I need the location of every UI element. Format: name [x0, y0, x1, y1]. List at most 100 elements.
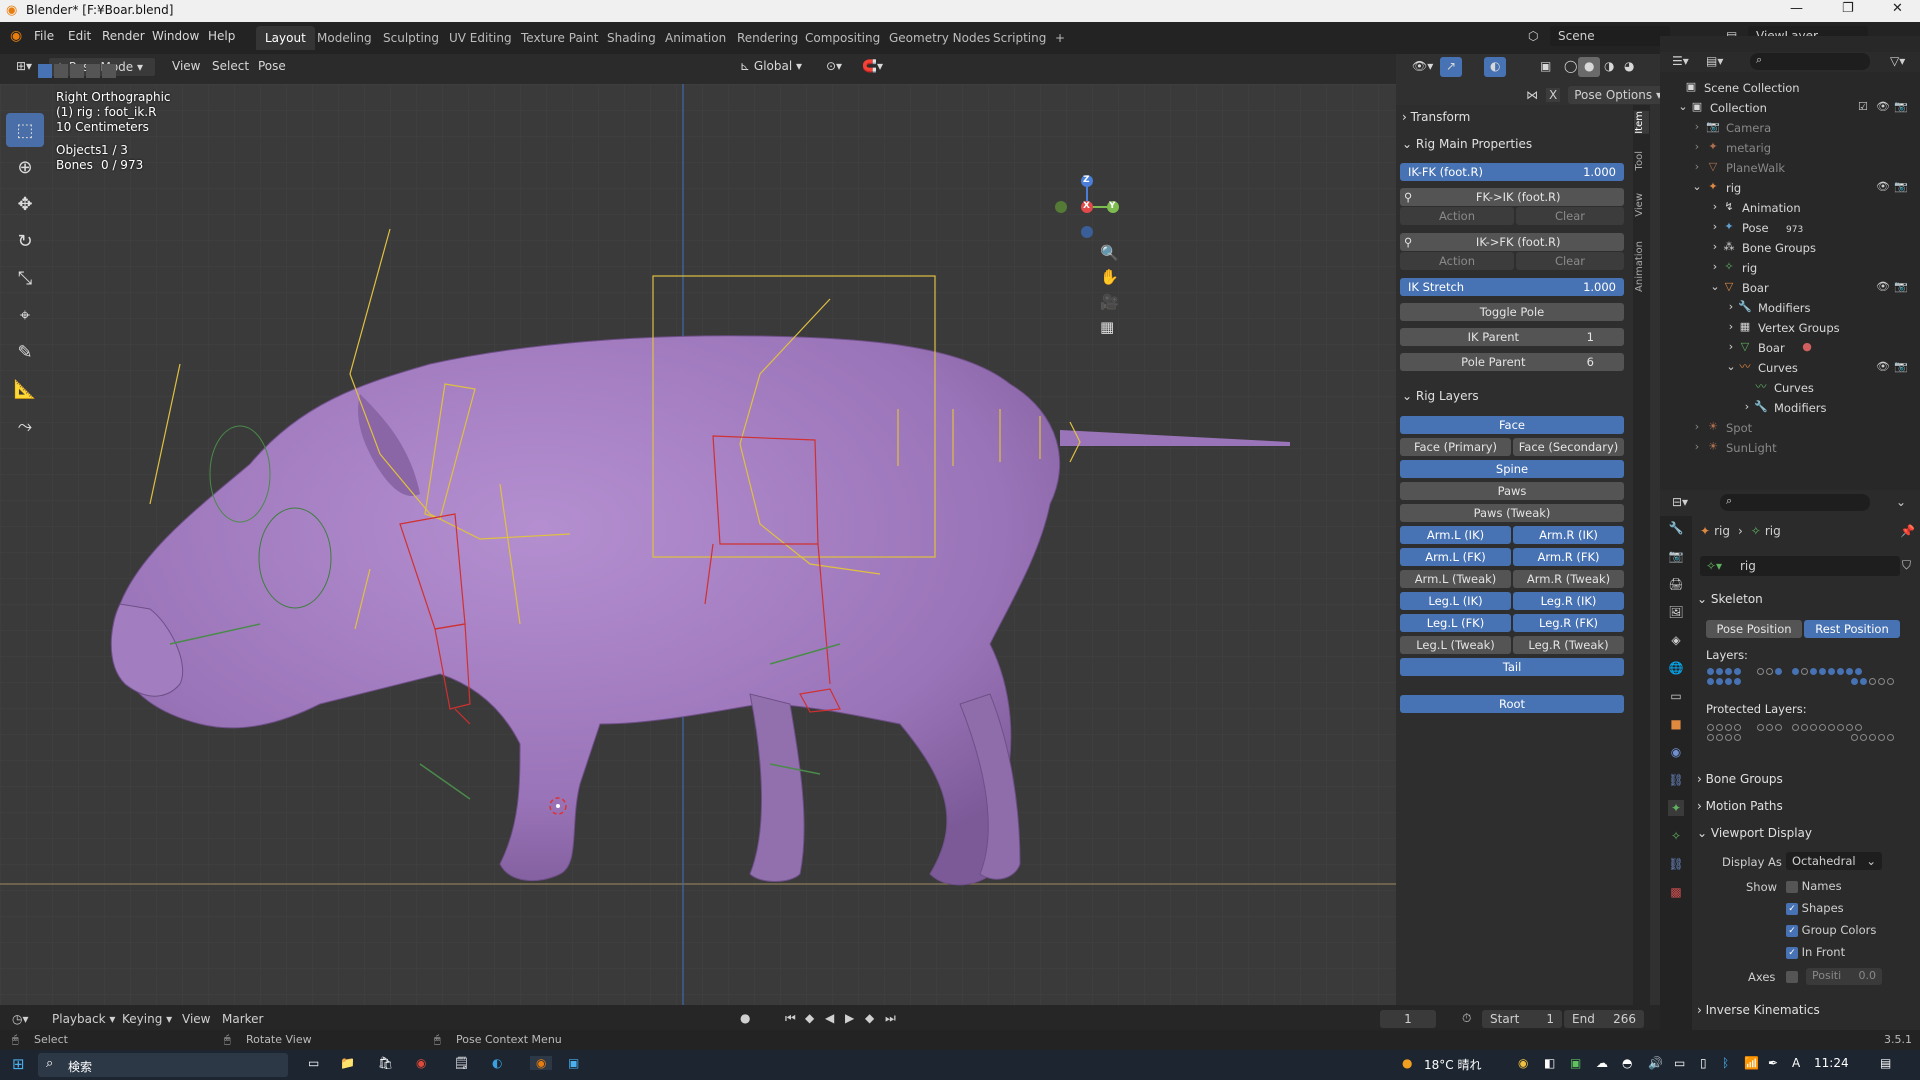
names-checkbox[interactable]: Names [1786, 879, 1842, 893]
layer-dot[interactable] [1792, 668, 1799, 675]
layer-dot[interactable] [1837, 668, 1844, 675]
layer-dot[interactable] [1766, 668, 1773, 675]
armature-data-tab-icon[interactable]: ✦ [1668, 800, 1684, 816]
layer-dot[interactable] [1757, 724, 1764, 731]
filter-icon[interactable]: ▽▾ [1890, 54, 1905, 68]
select-box-tool-icon[interactable]: ⬚ [6, 113, 44, 147]
tab-animation[interactable]: Animation [1634, 241, 1649, 292]
expand-icon[interactable]: › [1740, 400, 1754, 414]
outliner-row-rig[interactable]: ⌄ ✦ rig 👁 📷 [1660, 178, 1920, 198]
toggle-pole-button[interactable]: Toggle Pole [1400, 303, 1624, 321]
outliner-row-spot[interactable]: › ☀ Spot [1660, 418, 1920, 438]
scene-tab-icon[interactable]: ◈ [1668, 632, 1684, 648]
menu-file[interactable]: File [34, 29, 54, 43]
in-front-checkbox[interactable]: ✓ In Front [1786, 945, 1845, 959]
tab-shading[interactable]: Shading [598, 26, 665, 50]
jump-end-icon[interactable]: ⏭ [885, 1011, 896, 1026]
tray-app-icon-4[interactable]: ◓ [1622, 1056, 1632, 1070]
layer-root-button[interactable]: Root [1400, 695, 1624, 713]
current-frame-field[interactable]: 1 [1380, 1010, 1436, 1028]
layer-dot[interactable] [1707, 668, 1714, 675]
notepad-icon[interactable]: 🗒 [454, 1056, 469, 1070]
tray-app-icon-2[interactable]: ◧ [1544, 1056, 1555, 1070]
layer-dot[interactable] [1775, 724, 1782, 731]
layer-grid[interactable] [1706, 668, 1895, 685]
layer-leg-r-ik-button[interactable]: Leg.R (IK) [1513, 592, 1624, 610]
layer-dot[interactable] [1734, 668, 1741, 675]
bluetooth-icon[interactable]: ᛒ [1722, 1056, 1729, 1070]
expand-icon[interactable]: ⌄ [1724, 360, 1738, 374]
outliner-row-pose[interactable]: › ✦ Pose 973 [1660, 218, 1920, 238]
rotate-tool-icon[interactable]: ↻ [6, 224, 44, 258]
edge-icon[interactable]: ◐ [492, 1056, 502, 1070]
onedrive-icon[interactable]: ☁ [1596, 1056, 1608, 1070]
layer-arm-r-fk-button[interactable]: Arm.R (FK) [1513, 548, 1624, 566]
tab-uv-editing[interactable]: UV Editing [440, 26, 521, 50]
layer-spine-button[interactable]: Spine [1400, 460, 1624, 478]
taskbar-clock[interactable]: 11:24 [1814, 1056, 1849, 1070]
outliner-row-modifiers[interactable]: › 🔧 Modifiers [1660, 298, 1920, 318]
layer-dot[interactable] [1851, 678, 1858, 685]
ikfk-slider[interactable]: IK-FK (foot.R) 1.000 [1400, 163, 1624, 181]
tab-scripting[interactable]: Scripting [984, 26, 1055, 50]
armature-name-field[interactable]: ✧▾ rig [1700, 556, 1900, 576]
taskbar-search-input[interactable]: ⌕ 検索 [38, 1053, 288, 1077]
layer-dot[interactable] [1837, 724, 1844, 731]
collection-tab-icon[interactable]: ▭ [1668, 688, 1684, 704]
physics-tab-icon[interactable]: ◉ [1668, 744, 1684, 760]
measure-tool-icon[interactable]: 📐 [6, 372, 44, 406]
eye-icon[interactable]: 👁 [1876, 180, 1890, 193]
tray-app-icon-3[interactable]: ▣ [1570, 1056, 1581, 1070]
expand-icon[interactable]: › [1708, 200, 1722, 214]
overlay-toggle-icon[interactable]: ◐ [1484, 57, 1507, 77]
object-tab-icon[interactable]: ■ [1668, 716, 1684, 732]
menu-marker[interactable]: Marker [222, 1012, 263, 1026]
menu-window[interactable]: Window [152, 29, 199, 43]
battery-icon[interactable]: ▯ [1700, 1056, 1707, 1070]
layer-dot[interactable] [1775, 668, 1782, 675]
menu-help[interactable]: Help [208, 29, 235, 43]
fk-ik-clear-button[interactable]: Clear [1516, 207, 1624, 225]
layer-leg-r-fk-button[interactable]: Leg.R (FK) [1513, 614, 1624, 632]
layer-dot[interactable] [1734, 678, 1741, 685]
cursor-tool-icon[interactable]: ⊕ [6, 150, 44, 184]
skeleton-panel-header[interactable]: ⌄ Skeleton [1697, 592, 1907, 606]
pivot-icon[interactable]: ⊙▾ [820, 57, 848, 77]
layer-dot[interactable] [1828, 668, 1835, 675]
options-chevron-icon[interactable]: ⌄ [1896, 495, 1906, 509]
fk-ik-action-field[interactable]: Action [1400, 207, 1514, 225]
outliner-row-boar-mesh[interactable]: › ▽ Boar ● [1660, 338, 1920, 358]
chrome-icon[interactable]: ◉ [416, 1056, 426, 1070]
minimize-icon[interactable]: — [1790, 1, 1803, 16]
layer-dot[interactable] [1860, 678, 1867, 685]
file-explorer-icon[interactable]: 📁 [340, 1056, 355, 1070]
jump-start-icon[interactable]: ⏮ [785, 1011, 796, 1026]
layer-dot[interactable] [1766, 724, 1773, 731]
add-workspace-button[interactable]: + [1046, 26, 1074, 50]
ik-fk-clear-button[interactable]: Clear [1516, 252, 1624, 270]
tab-view[interactable]: View [1634, 193, 1649, 217]
expand-icon[interactable]: ⌄ [1676, 100, 1690, 114]
outliner-row-collection[interactable]: ⌄ ▣ Collection ☑ 👁 📷 [1660, 98, 1920, 118]
camera-toggle-icon[interactable]: 📷 [1894, 100, 1908, 113]
expand-icon[interactable]: › [1708, 260, 1722, 274]
camera-toggle-icon[interactable]: 📷 [1894, 360, 1908, 373]
outliner-row-scene-collection[interactable]: ▣ Scene Collection [1660, 78, 1920, 98]
select-extend-icon[interactable] [54, 64, 68, 78]
layer-dot[interactable] [1878, 734, 1885, 741]
volume-icon[interactable]: 🔊 [1648, 1056, 1663, 1070]
select-new-icon[interactable] [38, 64, 52, 78]
layer-dot[interactable] [1846, 668, 1853, 675]
ortho-grid-icon[interactable]: ▦ [1100, 318, 1114, 336]
outliner-row-metarig[interactable]: › ✦ metarig [1660, 138, 1920, 158]
tab-texture-paint[interactable]: Texture Paint [512, 26, 607, 50]
layer-face-button[interactable]: Face [1400, 416, 1624, 434]
outliner-row-animation[interactable]: › ↯ Animation [1660, 198, 1920, 218]
layer-dot[interactable] [1707, 724, 1714, 731]
layer-arm-r-ik-button[interactable]: Arm.R (IK) [1513, 526, 1624, 544]
clock-icon[interactable]: ⏱ [1462, 1011, 1471, 1026]
pose-position-button[interactable]: Pose Position [1706, 620, 1802, 638]
properties-search-input[interactable]: ⌕ [1720, 494, 1870, 511]
fake-user-icon[interactable]: ⛉ [1902, 558, 1911, 573]
eye-icon[interactable]: 👁 [1876, 360, 1890, 373]
